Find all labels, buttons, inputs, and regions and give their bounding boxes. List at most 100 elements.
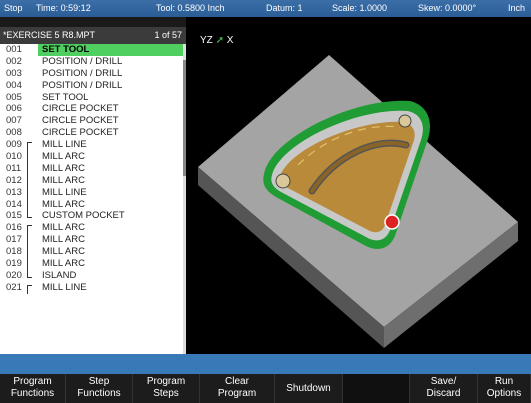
step-number: 008 [6,127,22,139]
step-number: 013 [6,186,22,198]
program-header: *EXERCISE 5 R8.MPT 1 of 57 [0,27,186,44]
step-row[interactable]: 007 CIRCLE POCKET [0,115,186,127]
softkey-5[interactable]: Shutdown [275,374,343,403]
step-label: MILL ARC [42,162,85,174]
softkey-line2: Functions [77,388,121,399]
status-bar: Stop Time: 0:59:12 Tool: 0.5800 Inch Dat… [0,0,531,17]
group-bracket [27,186,32,199]
step-number: 005 [6,91,22,103]
step-row[interactable]: 002 POSITION / DRILL [0,56,186,68]
skew-status: Skew: 0.0000° [418,3,477,13]
step-row[interactable]: 018 MILL ARC [0,246,186,259]
step-list[interactable]: 001 SET TOOL 002 POSITION / DRILL 003 POSITIO… [0,44,186,354]
step-row[interactable]: 015 CUSTOM POCKET [0,210,186,222]
step-label: MILL ARC [42,246,85,258]
3d-viewport[interactable]: YZ ➚ X [186,27,531,354]
step-number: 021 [6,281,22,293]
softkey-2[interactable]: Step Functions [66,374,133,403]
step-row[interactable]: 019 MILL ARC [0,258,186,271]
step-row[interactable]: 017 MILL ARC [0,234,186,247]
group-bracket [27,246,32,259]
step-row[interactable]: 009 MILL LINE [0,139,186,152]
scale-status: Scale: 1.0000 [332,3,388,13]
step-label: MILL ARC [42,198,85,210]
group-bracket [27,198,32,211]
step-row[interactable]: 020 ISLAND [0,269,186,282]
step-number: 004 [6,79,22,91]
step-label: CIRCLE POCKET [42,115,119,127]
group-bracket [27,225,32,235]
step-number: 006 [6,103,22,115]
step-row[interactable]: 014 MILL ARC [0,198,186,211]
step-row[interactable]: 005 SET TOOL [0,92,186,104]
step-row[interactable]: 008 CIRCLE POCKET [0,127,186,139]
program-title: *EXERCISE 5 R8.MPT [3,30,96,40]
group-bracket [27,210,32,219]
step-row[interactable]: 011 MILL ARC [0,162,186,175]
step-number: 018 [6,246,22,258]
hole-current [384,214,400,230]
step-number: 010 [6,151,22,163]
step-row[interactable]: 004 POSITION / DRILL [0,80,186,92]
softkey-4[interactable]: Clear Program [200,374,275,403]
axis-y-label: Y [200,35,207,46]
hole-left [275,173,291,189]
tool-status: Tool: 0.5800 Inch [156,3,225,13]
mode-status: Stop [4,3,23,13]
hole-top [398,114,412,128]
step-label: ISLAND [42,269,77,281]
step-label: MILL LINE [42,139,87,151]
message-strip [0,354,531,374]
softkey-7[interactable]: Save/Discard [410,374,478,403]
group-bracket [27,234,32,247]
step-row[interactable]: 010 MILL ARC [0,151,186,164]
step-row[interactable]: 003 POSITION / DRILL [0,68,186,80]
step-label: POSITION / DRILL [42,55,123,67]
step-number: 017 [6,234,22,246]
softkey-6[interactable] [343,374,410,403]
step-number: 002 [6,55,22,67]
step-row[interactable]: 013 MILL LINE [0,186,186,199]
axis-z-label: Z [206,35,213,46]
softkey-line2: Program [217,388,257,399]
step-label: MILL ARC [42,151,85,163]
axis-arrow-icon: ➚ [215,35,224,46]
group-bracket [27,269,32,278]
axis-x-label: X [226,35,234,46]
softkey-line1: Step [88,376,110,387]
step-label: POSITION / DRILL [42,67,123,79]
step-row[interactable]: 006 CIRCLE POCKET [0,103,186,115]
step-label: CIRCLE POCKET [42,127,119,139]
step-label: MILL ARC [42,222,85,234]
step-number: 012 [6,174,22,186]
step-row[interactable]: 012 MILL ARC [0,174,186,187]
softkey-8[interactable]: Run Options [478,374,531,403]
step-row[interactable]: 001 SET TOOL [0,44,186,56]
status-gap [0,17,186,27]
step-label: MILL LINE [42,281,87,293]
part-render [198,55,518,348]
step-label: MILL ARC [42,234,85,246]
softkey-3[interactable]: Program Steps [133,374,200,403]
step-number: 016 [6,222,22,234]
softkey-line1: Shutdown [286,383,331,394]
softkey-line1: Program [146,376,186,387]
softkey-line2: Functions [10,388,55,399]
step-number: 003 [6,67,22,79]
softkey-line2: Discard [426,388,461,399]
time-status: Time: 0:59:12 [36,3,91,13]
step-label: CIRCLE POCKET [42,103,119,115]
step-row[interactable]: 021 MILL LINE [0,282,186,294]
softkey-line1: Save/ [430,376,457,387]
step-number: 020 [6,269,22,281]
softkey-line2: Steps [153,388,179,399]
softkey-line1: Run [494,376,514,387]
step-number: 019 [6,258,22,270]
softkey-1[interactable]: Program Functions [0,374,66,403]
step-label: CUSTOM POCKET [42,210,125,222]
group-bracket [27,151,32,164]
group-bracket [27,174,32,187]
step-number: 001 [6,44,22,55]
step-row[interactable]: 016 MILL ARC [0,222,186,235]
step-label: POSITION / DRILL [42,79,123,91]
